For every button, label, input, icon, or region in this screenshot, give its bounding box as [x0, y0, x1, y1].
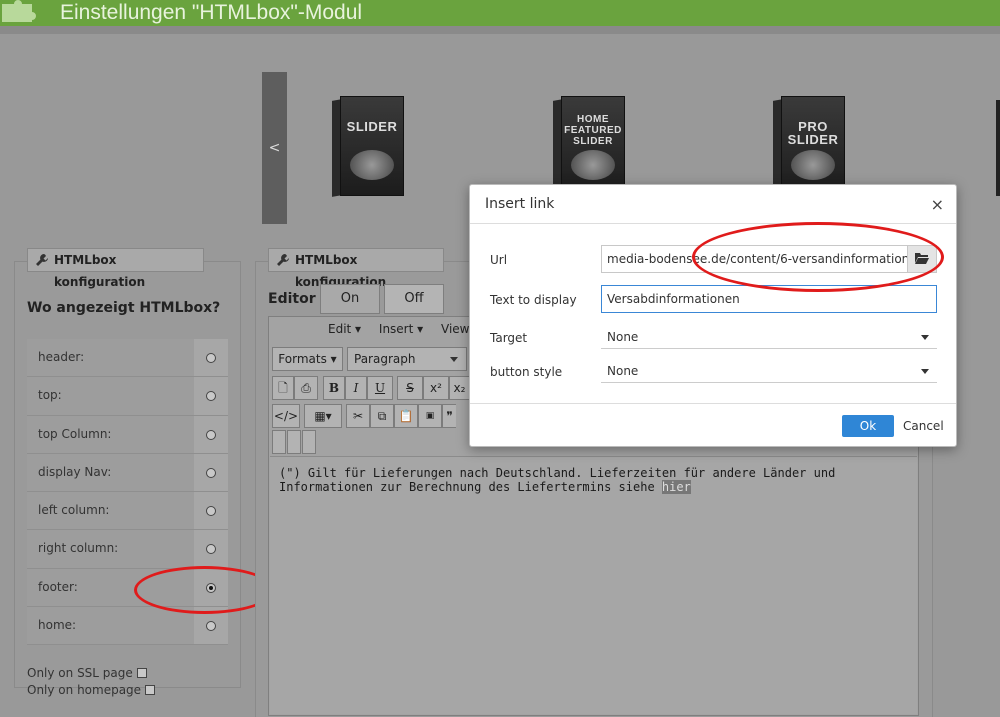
position-radio[interactable] — [206, 391, 216, 402]
button-style-select[interactable]: None — [601, 361, 937, 383]
table-icon[interactable]: ▦▾ — [304, 404, 342, 428]
dialog-title: Insert link — [485, 196, 555, 212]
position-radio[interactable] — [206, 621, 216, 632]
carousel-prev-button[interactable]: < — [262, 72, 287, 224]
selected-link-text[interactable]: hier — [661, 480, 691, 494]
chevron-down-icon — [921, 335, 929, 340]
target-select[interactable]: None — [601, 327, 937, 349]
editor-on-button[interactable]: On — [320, 284, 380, 314]
chevron-down-icon — [921, 369, 929, 374]
module-header: Einstellungen "HTMLbox"-Modul — [0, 0, 1000, 26]
close-icon[interactable]: × — [931, 195, 944, 214]
editor-off-button[interactable]: Off — [384, 284, 444, 314]
position-label: home: — [38, 618, 77, 633]
ssl-only-option[interactable]: Only on SSL page — [27, 666, 147, 680]
list-item[interactable]: top: — [27, 377, 228, 416]
blockquote-icon[interactable]: ❞ — [442, 404, 456, 428]
position-label: footer: — [38, 579, 78, 594]
page: Einstellungen "HTMLbox"-Modul < SLIDER H… — [0, 0, 1000, 717]
editor-label: Editor — [268, 291, 316, 307]
subscript-icon[interactable]: x₂ — [449, 376, 469, 400]
homepage-only-option[interactable]: Only on homepage — [27, 683, 156, 697]
list-item[interactable]: left column: — [27, 492, 228, 531]
position-label: right column: — [38, 541, 119, 556]
copy-icon[interactable]: ⧉ — [370, 404, 394, 428]
text-to-display-label: Text to display — [490, 293, 577, 307]
wrench-icon — [277, 254, 289, 266]
position-radio[interactable] — [206, 544, 216, 555]
toolbar-extra-button[interactable] — [302, 430, 316, 454]
url-label: Url — [490, 253, 508, 267]
list-item[interactable]: display Nav: — [27, 453, 228, 493]
source-code-icon[interactable]: </> — [272, 404, 300, 428]
cancel-button[interactable]: Cancel — [903, 419, 944, 433]
dialog-header: Insert link × — [470, 185, 956, 224]
homepage-only-checkbox[interactable] — [145, 685, 156, 695]
annotation-circle — [692, 222, 944, 292]
bold-icon[interactable]: B — [323, 376, 345, 400]
formats-dropdown[interactable]: Formats ▾ — [272, 347, 343, 371]
insert-link-dialog: Insert link × Url media-bodensee.de/cont… — [469, 184, 957, 447]
paste-icon[interactable]: 📋 — [394, 404, 418, 428]
annotation-circle — [134, 566, 275, 614]
print-icon[interactable]: ⎙ — [294, 376, 318, 400]
underline-icon[interactable]: U — [367, 376, 393, 400]
panel-legend: HTMLbox konfiguration — [27, 248, 204, 289]
chevron-down-icon — [450, 357, 458, 362]
position-label: top Column: — [38, 426, 112, 441]
list-item[interactable]: top Column: — [27, 415, 228, 454]
list-item[interactable]: header: — [27, 339, 228, 378]
wrench-icon — [36, 254, 48, 266]
product-image[interactable]: SLIDER — [332, 92, 412, 202]
position-radio[interactable] — [206, 467, 216, 478]
position-radio[interactable] — [206, 429, 216, 440]
editor-content-area[interactable] — [270, 456, 917, 714]
toolbar-extra-button[interactable] — [272, 430, 286, 454]
position-radio[interactable] — [206, 353, 216, 363]
toolbar-extra-button[interactable] — [287, 430, 301, 454]
target-label: Target — [490, 331, 528, 345]
menu-edit[interactable]: Edit ▾ — [328, 322, 361, 336]
editor-content-text[interactable]: (") Gilt für Lieferungen nach Deutschlan… — [279, 466, 909, 494]
position-label: display Nav: — [38, 464, 112, 479]
panel-legend: HTMLbox konfiguration — [268, 248, 444, 289]
position-title: Wo angezeigt HTMLbox? — [27, 300, 221, 316]
cut-icon[interactable]: ✂ — [346, 404, 370, 428]
page-title: Einstellungen "HTMLbox"-Modul — [60, 1, 363, 24]
superscript-icon[interactable]: x² — [423, 376, 449, 400]
position-label: left column: — [38, 503, 110, 518]
list-item[interactable]: right column: — [27, 530, 228, 569]
position-label: top: — [38, 388, 62, 403]
paste-text-icon[interactable]: ▣ — [418, 404, 442, 428]
puzzle-icon — [2, 0, 36, 22]
paragraph-dropdown[interactable]: Paragraph — [347, 347, 467, 371]
italic-icon[interactable]: I — [345, 376, 367, 400]
strikethrough-icon[interactable]: S — [397, 376, 423, 400]
button-style-label: button style — [490, 365, 563, 379]
position-radio[interactable] — [206, 506, 216, 517]
ok-button[interactable]: Ok — [842, 415, 894, 437]
ssl-only-checkbox[interactable] — [136, 668, 147, 678]
new-document-icon[interactable]: 🗋 — [272, 376, 294, 400]
position-label: header: — [38, 350, 85, 364]
menu-insert[interactable]: Insert ▾ — [379, 322, 423, 336]
